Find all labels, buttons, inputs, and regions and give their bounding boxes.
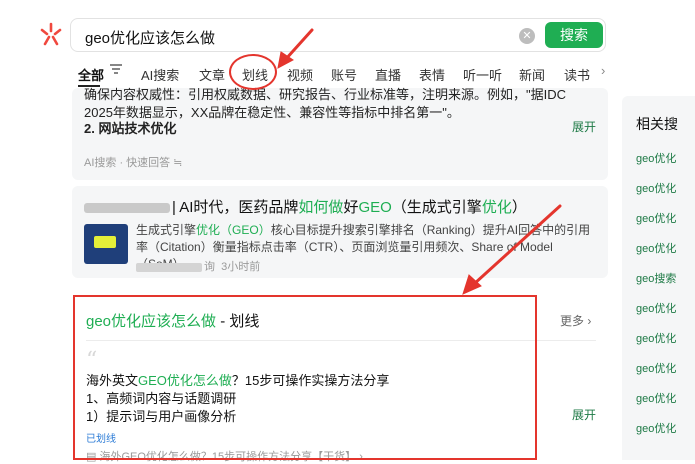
article-thumbnail[interactable] bbox=[84, 224, 128, 264]
tab-videos[interactable]: 视频 bbox=[287, 65, 313, 84]
tab-news[interactable]: 新闻 bbox=[519, 65, 545, 84]
related-search-item[interactable]: geo优化 bbox=[636, 390, 676, 406]
tab-live[interactable]: 直播 bbox=[375, 65, 401, 84]
article-card[interactable]: | AI时代，医药品牌如何做好GEO（生成式引擎优化） 生成式引擎优化（GEO）… bbox=[72, 186, 608, 278]
tab-books[interactable]: 读书 bbox=[564, 65, 590, 84]
related-searches-title: 相关搜 bbox=[636, 116, 678, 132]
logo-icon[interactable] bbox=[38, 22, 64, 48]
related-search-item[interactable]: geo优化 bbox=[636, 420, 676, 436]
more-link[interactable]: 更多 › bbox=[560, 312, 591, 329]
expand-link[interactable]: 展开 bbox=[572, 406, 596, 423]
tab-articles[interactable]: 文章 bbox=[199, 65, 225, 84]
tab-stickers[interactable]: 表情 bbox=[419, 65, 445, 84]
ai-answer-heading: 2. 网站技术优化 bbox=[84, 121, 177, 136]
ai-answer-footer: AI搜索 · 快速回答 ≒ bbox=[84, 157, 183, 169]
related-search-item[interactable]: geo优化 bbox=[636, 240, 676, 256]
highlight-line-1: 海外英文GEO优化怎么做？15步可操作实操方法分享 bbox=[86, 373, 390, 388]
search-box[interactable]: geo优化应该怎么做 ✕ 搜索 bbox=[70, 18, 606, 52]
blurred-source bbox=[84, 203, 170, 214]
highlight-line-2: 1、高频词内容与话题调研 bbox=[86, 391, 237, 406]
ai-answer-text: 确保内容权威性：引用权威数据、研究报告、行业标准等，注明来源。例如，"据IDC … bbox=[84, 87, 567, 120]
expand-link[interactable]: 展开 bbox=[572, 118, 596, 135]
related-search-item[interactable]: geo优化 bbox=[636, 150, 676, 166]
clear-icon[interactable]: ✕ bbox=[519, 28, 535, 44]
related-search-item[interactable]: geo优化 bbox=[636, 210, 676, 226]
tabs-scroll-right-icon[interactable]: › bbox=[601, 63, 605, 78]
related-search-item[interactable]: geo优化 bbox=[636, 330, 676, 346]
thumbnail-graphic bbox=[94, 236, 116, 248]
related-search-item[interactable]: geo优化 bbox=[636, 180, 676, 196]
article-meta: 询 3小时前 bbox=[136, 258, 260, 274]
search-button[interactable]: 搜索 bbox=[545, 22, 603, 48]
highlighted-tag: 已划线 bbox=[86, 434, 116, 445]
related-search-item[interactable]: geo优化 bbox=[636, 360, 676, 376]
tab-all[interactable]: 全部 bbox=[78, 65, 104, 84]
annotation-circle bbox=[229, 54, 277, 90]
ai-answer-card[interactable]: 确保内容权威性：引用权威数据、研究报告、行业标准等，注明来源。例如，"据IDC … bbox=[72, 87, 608, 180]
related-search-item[interactable]: geo搜索 bbox=[636, 270, 676, 286]
article-title[interactable]: | AI时代，医药品牌如何做好GEO（生成式引擎优化） bbox=[84, 196, 527, 217]
highlights-title[interactable]: geo优化应该怎么做 - 划线 bbox=[86, 310, 259, 331]
blurred-author bbox=[136, 262, 202, 272]
tab-accounts[interactable]: 账号 bbox=[331, 65, 357, 84]
filter-icon[interactable] bbox=[110, 64, 122, 74]
related-searches-panel: 相关搜 geo优化 geo优化 geo优化 geo优化 geo搜索 geo优化 … bbox=[622, 96, 695, 460]
tab-ai-search[interactable]: AI搜索 bbox=[141, 65, 179, 84]
source-article-link[interactable]: ▤ 海外GEO优化怎么做？15步可操作方法分享【干货】 › bbox=[86, 448, 363, 464]
search-input[interactable]: geo优化应该怎么做 bbox=[85, 27, 215, 48]
highlight-line-3: 1）提示词与用户画像分析 bbox=[86, 409, 237, 424]
article-time: 3小时前 bbox=[221, 261, 261, 273]
tab-listen[interactable]: 听一听 bbox=[463, 65, 502, 84]
tab-bar: 全部 AI搜索 文章 划线 视频 账号 直播 表情 听一听 新闻 读书 bbox=[0, 58, 695, 88]
related-search-item[interactable]: geo优化 bbox=[636, 300, 676, 316]
divider bbox=[86, 340, 596, 341]
highlights-card[interactable]: geo优化应该怎么做 - 划线 更多 › “ 海外英文GEO优化怎么做？15步可… bbox=[74, 296, 608, 463]
